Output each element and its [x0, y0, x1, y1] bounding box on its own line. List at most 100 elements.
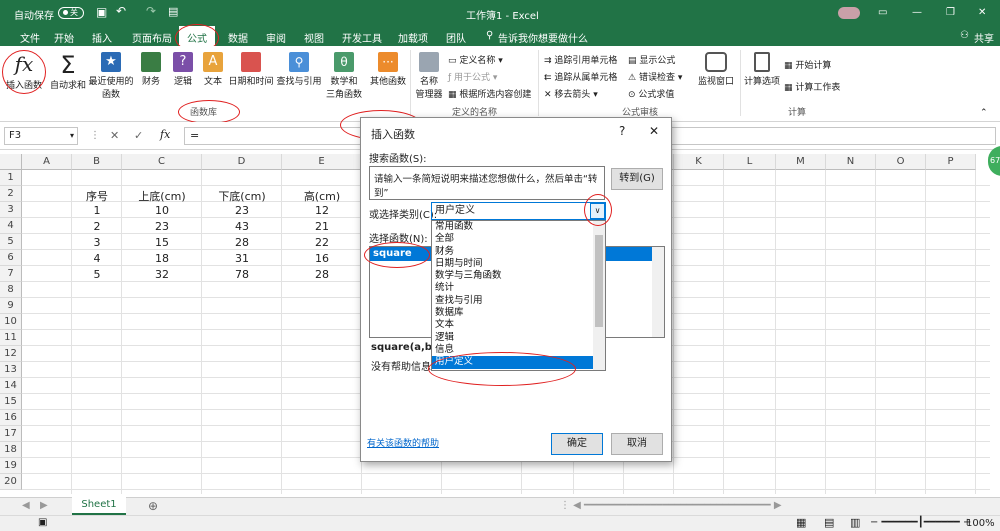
table-cell[interactable]: 2	[72, 220, 122, 233]
category-option[interactable]: 数据库	[432, 307, 593, 319]
share-button[interactable]: 共享	[974, 30, 994, 45]
dropdown-scrollbar[interactable]	[593, 221, 605, 370]
cancel-icon[interactable]: ✕	[110, 129, 119, 142]
category-option[interactable]: 逻辑	[432, 332, 593, 344]
redo-icon[interactable]: ↷	[146, 4, 156, 18]
table-cell[interactable]: 21	[282, 220, 362, 233]
help-icon[interactable]: ?	[619, 124, 625, 138]
table-header-cell[interactable]: 上底(cm)	[122, 188, 202, 204]
row-header[interactable]: 9	[0, 298, 22, 314]
horizontal-scrollbar[interactable]: ⋮ ◀ ━━━━━━━━━━━━━━━━━━━━━━━━━━━━━━━ ▶	[560, 500, 782, 511]
table-cell[interactable]: 18	[122, 252, 202, 265]
calc-now-button[interactable]: ▦ 开始计算	[784, 58, 831, 71]
dropdown-scroll-thumb[interactable]	[595, 235, 603, 327]
trace-dependents-button[interactable]: ⇇ 追踪从属单元格	[544, 70, 617, 83]
trace-precedents-button[interactable]: ⇉ 追踪引用单元格	[544, 53, 617, 66]
ok-button[interactable]: 确定	[551, 433, 603, 455]
zoom-slider[interactable]: − ━━━━━━┃━━━━━━ +	[870, 517, 971, 528]
calc-options-button[interactable]: 计算选项	[742, 52, 782, 87]
prev-sheet-icon[interactable]: ◀	[22, 500, 30, 511]
column-header[interactable]: K	[674, 154, 724, 170]
category-option[interactable]: 数学与三角函数	[432, 270, 593, 282]
collapse-ribbon-icon[interactable]: ⌃	[980, 108, 988, 118]
category-option[interactable]: 文本	[432, 319, 593, 331]
tab-page-layout[interactable]: 页面布局	[132, 30, 172, 45]
table-header-cell[interactable]: 下底(cm)	[202, 188, 282, 204]
save-icon[interactable]: ▣	[96, 5, 107, 19]
table-cell[interactable]: 3	[72, 236, 122, 249]
table-cell[interactable]: 4	[72, 252, 122, 265]
normal-view-icon[interactable]: ▦	[796, 516, 806, 529]
tab-insert[interactable]: 插入	[92, 30, 112, 45]
evaluate-formula-button[interactable]: ⊙ 公式求值	[628, 87, 674, 100]
tab-review[interactable]: 审阅	[266, 30, 286, 45]
table-cell[interactable]: 28	[282, 268, 362, 281]
select-all-corner[interactable]	[0, 154, 22, 170]
cancel-button[interactable]: 取消	[611, 433, 663, 455]
table-cell[interactable]: 28	[202, 236, 282, 249]
minimize-icon[interactable]: —	[912, 7, 922, 18]
column-header[interactable]: D	[202, 154, 282, 170]
row-header[interactable]: 16	[0, 410, 22, 426]
calc-sheet-button[interactable]: ▦ 计算工作表	[784, 80, 840, 93]
column-header[interactable]: P	[926, 154, 976, 170]
insert-function-icon[interactable]: fx	[160, 128, 170, 141]
row-header[interactable]: 14	[0, 378, 22, 394]
row-header[interactable]: 1	[0, 170, 22, 186]
financial-button[interactable]: 财务	[136, 52, 166, 87]
row-header[interactable]: 19	[0, 458, 22, 474]
table-cell[interactable]: 5	[72, 268, 122, 281]
lookup-button[interactable]: ⚲ 查找与引用	[276, 52, 322, 87]
column-header[interactable]: B	[72, 154, 122, 170]
table-header-cell[interactable]: 序号	[72, 188, 122, 204]
window-close-icon[interactable]: ✕	[978, 7, 986, 18]
tab-home[interactable]: 开始	[54, 30, 74, 45]
table-cell[interactable]: 10	[122, 204, 202, 217]
row-header[interactable]: 7	[0, 266, 22, 282]
add-sheet-icon[interactable]: ⊕	[148, 499, 158, 513]
tab-view[interactable]: 视图	[304, 30, 324, 45]
row-header[interactable]: 3	[0, 202, 22, 218]
row-header[interactable]: 12	[0, 346, 22, 362]
name-box[interactable]: F3 ▾	[4, 127, 78, 145]
row-header[interactable]: 18	[0, 442, 22, 458]
error-checking-button[interactable]: ⚠ 错误检查 ▾	[628, 70, 682, 83]
column-header[interactable]: N	[826, 154, 876, 170]
table-cell[interactable]: 78	[202, 268, 282, 281]
page-layout-view-icon[interactable]: ▤	[824, 516, 834, 529]
column-header[interactable]: O	[876, 154, 926, 170]
tab-team[interactable]: 团队	[446, 30, 466, 45]
macro-record-icon[interactable]: ▣	[38, 517, 47, 528]
row-header[interactable]: 13	[0, 362, 22, 378]
table-cell[interactable]: 23	[122, 220, 202, 233]
table-cell[interactable]: 16	[282, 252, 362, 265]
table-cell[interactable]: 15	[122, 236, 202, 249]
category-option[interactable]: 财务	[432, 246, 593, 258]
name-manager-button[interactable]: 名称 管理器	[412, 52, 446, 100]
table-header-cell[interactable]: 高(cm)	[282, 188, 362, 204]
text-button[interactable]: A 文本	[200, 52, 226, 87]
category-option[interactable]: 统计	[432, 282, 593, 294]
autosave-toggle[interactable]: 关	[58, 7, 84, 19]
row-header[interactable]: 20	[0, 474, 22, 490]
ribbon-display-icon[interactable]: ▭	[878, 7, 887, 18]
sheet-tab-sheet1[interactable]: Sheet1	[72, 497, 126, 515]
category-dropdown-list[interactable]: 常用函数 全部 财务 日期与时间 数学与三角函数 统计 查找与引用 数据库 文本 逻辑 信息 用户定义	[431, 220, 606, 371]
row-header[interactable]: 15	[0, 394, 22, 410]
row-header[interactable]: 6	[0, 250, 22, 266]
datetime-button[interactable]: 日期和时间	[228, 52, 274, 87]
define-name-button[interactable]: ▭ 定义名称 ▾	[448, 53, 503, 66]
autosum-button[interactable]: Σ 自动求和	[48, 52, 88, 91]
category-option[interactable]: 全部	[432, 233, 593, 245]
page-break-view-icon[interactable]: ▥	[850, 516, 860, 529]
category-option[interactable]: 常用函数	[432, 221, 593, 233]
row-header[interactable]: 10	[0, 314, 22, 330]
logical-button[interactable]: ? 逻辑	[168, 52, 198, 87]
tab-developer[interactable]: 开发工具	[342, 30, 382, 45]
maximize-icon[interactable]: ❐	[946, 7, 955, 18]
table-cell[interactable]: 22	[282, 236, 362, 249]
table-cell[interactable]: 43	[202, 220, 282, 233]
more-functions-button[interactable]: ··· 其他函数	[366, 52, 410, 87]
row-header[interactable]: 11	[0, 330, 22, 346]
category-option[interactable]: 日期与时间	[432, 258, 593, 270]
